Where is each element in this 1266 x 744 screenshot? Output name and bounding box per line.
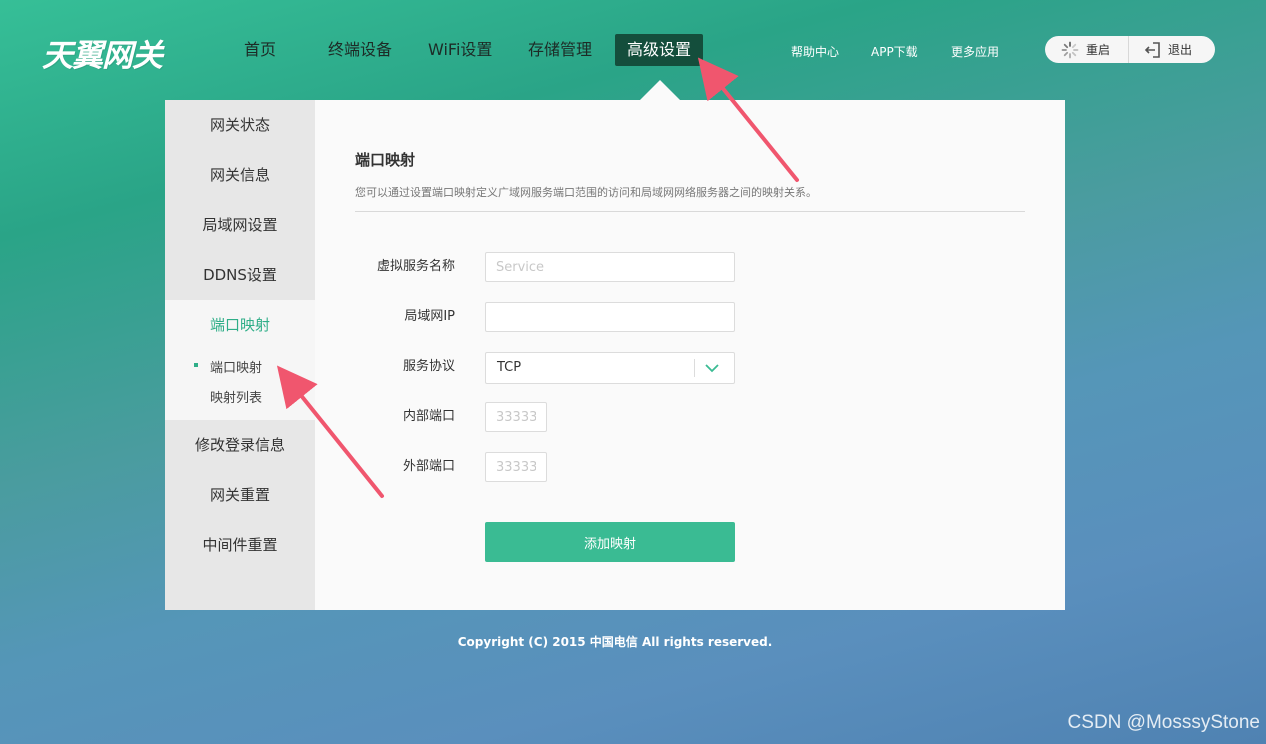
page-title: 端口映射 — [355, 151, 416, 169]
sidebar-subitem-label: 端口映射 — [210, 361, 263, 376]
sidebar-item-gateway-status[interactable]: 网关状态 — [165, 100, 315, 150]
nav-item-devices[interactable]: 终端设备 — [328, 34, 392, 66]
restart-label: 重启 — [1086, 43, 1111, 57]
help-center-link[interactable]: 帮助中心 — [791, 43, 839, 60]
restart-button[interactable]: 重启 — [1045, 36, 1129, 63]
add-mapping-button[interactable]: 添加映射 — [485, 522, 735, 562]
sidebar-subitem-label: 映射列表 — [210, 391, 263, 406]
lan-ip-label: 局域网IP — [404, 309, 455, 324]
sidebar-subitem-mapping-list[interactable]: 映射列表 — [210, 387, 262, 406]
more-apps-link[interactable]: 更多应用 — [951, 43, 999, 60]
sidebar: 网关状态 网关信息 局域网设置 DDNS设置 端口映射 端口映射 映射列表 修改… — [165, 100, 315, 610]
title-divider — [355, 211, 1025, 212]
lan-ip-input[interactable] — [485, 302, 735, 332]
sidebar-item-ddns[interactable]: DDNS设置 — [165, 250, 315, 300]
protocol-label: 服务协议 — [402, 359, 455, 374]
active-dot-icon — [194, 363, 198, 367]
nav-item-wifi[interactable]: WiFi设置 — [428, 34, 492, 66]
page-description: 您可以通过设置端口映射定义广域网服务端口范围的访问和局域网网络服务器之间的映射关… — [355, 186, 817, 199]
main-panel: 网关状态 网关信息 局域网设置 DDNS设置 端口映射 端口映射 映射列表 修改… — [165, 100, 1065, 610]
sidebar-item-login-info[interactable]: 修改登录信息 — [165, 420, 315, 470]
sidebar-item-gateway-info[interactable]: 网关信息 — [165, 150, 315, 200]
sidebar-item-gateway-reset[interactable]: 网关重置 — [165, 470, 315, 520]
watermark-text: CSDN @MosssyStone — [1067, 712, 1260, 733]
sidebar-subitem-port-mapping[interactable]: 端口映射 — [194, 357, 263, 376]
content-area: 端口映射 您可以通过设置端口映射定义广域网服务端口范围的访问和局域网网络服务器之… — [315, 100, 1065, 610]
restart-spinner-icon — [1061, 41, 1079, 58]
nav-item-storage[interactable]: 存储管理 — [528, 34, 592, 66]
external-port-label: 外部端口 — [402, 459, 455, 474]
nav-item-advanced[interactable]: 高级设置 — [615, 34, 704, 66]
sidebar-item-lan-settings[interactable]: 局域网设置 — [165, 200, 315, 250]
chevron-down-icon — [705, 364, 719, 373]
external-port-input[interactable] — [485, 452, 547, 482]
logout-label: 退出 — [1168, 43, 1193, 57]
sidebar-item-port-mapping[interactable]: 端口映射 — [165, 300, 315, 350]
select-separator — [694, 359, 695, 377]
app-download-link[interactable]: APP下载 — [871, 43, 918, 60]
brand-logo: 天翼网关 — [42, 38, 163, 74]
footer-copyright: Copyright (C) 2015 中国电信 All rights reser… — [457, 635, 773, 649]
nav-pointer-notch — [640, 80, 680, 100]
internal-port-label: 内部端口 — [402, 409, 455, 424]
service-name-input[interactable] — [485, 252, 735, 282]
logout-button[interactable]: 退出 — [1129, 36, 1192, 63]
nav-item-home[interactable]: 首页 — [244, 34, 276, 66]
logout-icon — [1144, 41, 1160, 58]
internal-port-input[interactable] — [485, 402, 547, 432]
protocol-select-value: TCP — [497, 360, 522, 375]
protocol-select[interactable]: TCP — [485, 352, 735, 384]
service-name-label: 虚拟服务名称 — [376, 259, 455, 274]
action-pill: 重启 退出 — [1045, 36, 1215, 63]
sidebar-item-middleware-reset[interactable]: 中间件重置 — [165, 520, 315, 570]
